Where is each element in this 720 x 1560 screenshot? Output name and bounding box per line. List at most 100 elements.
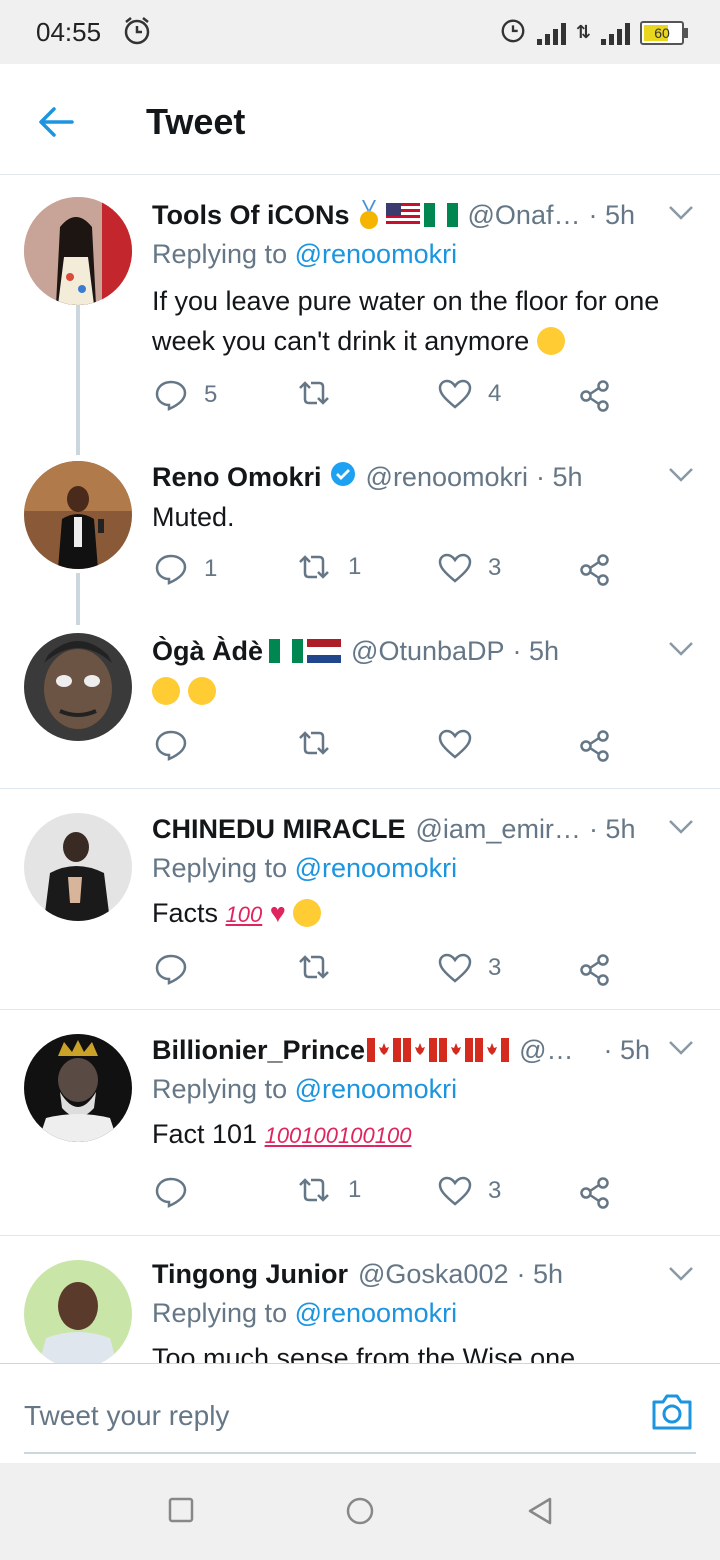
hundred-emoji: 100 <box>225 902 263 927</box>
tweet-item[interactable]: Tools Of iCONs @Onaf… · 5h Replying to @… <box>0 175 720 437</box>
share-icon <box>580 954 609 986</box>
us-flag-icon <box>385 203 420 227</box>
canada-flag-icon <box>403 1038 438 1062</box>
home-button[interactable] <box>346 1497 374 1530</box>
recents-button[interactable] <box>168 1497 194 1528</box>
tweet-text-content: Fact 101 <box>152 1119 258 1149</box>
reply-composer[interactable]: Tweet your reply <box>0 1363 720 1464</box>
display-name[interactable]: Billionier_Prince <box>152 1035 365 1066</box>
like-button[interactable]: 3 <box>438 1176 501 1206</box>
display-name[interactable]: Tingong Junior <box>152 1259 348 1290</box>
reply-button[interactable] <box>154 1176 204 1208</box>
data-arrows-icon: ⇅ <box>575 22 591 42</box>
share-button[interactable] <box>578 729 612 763</box>
tweet-item[interactable]: Tingong Junior @Goska002 · 5h Replying t… <box>0 1236 720 1363</box>
chevron-down-icon[interactable] <box>668 1266 694 1287</box>
avatar[interactable] <box>24 461 132 569</box>
tweet-item[interactable]: Billionier_Prince @… · 5h Replying to @r… <box>0 1010 720 1236</box>
retweet-icon <box>299 955 329 979</box>
avatar[interactable] <box>24 633 132 741</box>
page-title: Tweet <box>146 101 246 142</box>
tweet-text-content: If you leave pure water on the floor for… <box>152 286 660 356</box>
retweet-button[interactable]: 1 <box>296 553 361 581</box>
mention-link[interactable]: @renoomokri <box>295 853 457 883</box>
tweet-text: Too much sense from the Wise one <box>152 1343 576 1363</box>
reply-button[interactable] <box>154 729 204 761</box>
share-button[interactable] <box>578 553 612 587</box>
like-count: 3 <box>488 554 502 581</box>
tweet-item[interactable]: Ògà Àdè @OtunbaDP · 5h <box>0 611 720 789</box>
mention-link[interactable]: @renoomokri <box>295 1074 457 1104</box>
reply-button[interactable]: 5 <box>154 379 217 411</box>
tweet-actions: 1 1 3 <box>152 553 652 593</box>
avatar[interactable] <box>24 1260 132 1363</box>
tweet-header: CHINEDU MIRACLE @iam_emir… · 5h <box>152 811 700 847</box>
status-bar: 04:55 ⇅ 60 <box>0 0 720 64</box>
tweet-time: · 5h <box>603 1034 651 1065</box>
mention-link[interactable]: @renoomokri <box>295 239 457 269</box>
app-bar: Tweet <box>0 64 720 175</box>
display-name[interactable]: Tools Of iCONs <box>152 200 350 231</box>
verified-badge-icon <box>330 461 356 494</box>
retweet-icon <box>299 731 329 755</box>
red-heart-emoji: ♥ <box>269 898 286 928</box>
chevron-down-icon[interactable] <box>668 1040 694 1061</box>
like-button[interactable]: 3 <box>438 553 501 583</box>
avatar[interactable] <box>24 197 132 305</box>
status-time: 04:55 <box>36 17 102 47</box>
replying-prefix: Replying to <box>152 239 288 269</box>
tweet-actions: 5 4 <box>152 379 652 419</box>
tweet-actions <box>152 729 652 769</box>
retweet-button[interactable]: 1 <box>296 1176 361 1204</box>
tweet-text: If you leave pure water on the floor for… <box>152 281 680 361</box>
reply-input[interactable]: Tweet your reply <box>24 1400 229 1432</box>
hundred-emoji: 100 <box>301 1123 339 1148</box>
back-arrow-icon[interactable] <box>36 104 76 145</box>
user-handle: @… <box>519 1034 574 1065</box>
chevron-down-icon[interactable] <box>668 205 694 226</box>
chevron-down-icon[interactable] <box>668 641 694 662</box>
tweet-text: Muted. <box>152 502 235 532</box>
signal-icon <box>536 21 566 45</box>
alarm-status-icon <box>499 16 527 49</box>
like-button[interactable]: 3 <box>438 953 501 983</box>
input-underline <box>24 1452 696 1454</box>
display-name[interactable]: Ògà Àdè <box>152 636 263 667</box>
user-handle: @Goska002 <box>357 1258 509 1289</box>
tweet-item[interactable]: Reno Omokri @renoomokri · 5h Muted. 1 1 … <box>0 437 720 611</box>
chevron-down-icon[interactable] <box>668 467 694 488</box>
chevron-down-icon[interactable] <box>668 819 694 840</box>
like-button[interactable]: 4 <box>438 379 501 409</box>
avatar[interactable] <box>24 813 132 921</box>
reply-icon <box>155 380 187 411</box>
reply-button[interactable] <box>154 953 204 985</box>
heart-icon <box>438 1176 472 1206</box>
share-button[interactable] <box>578 1176 612 1210</box>
camera-icon[interactable] <box>650 1390 694 1437</box>
name-emojis <box>269 639 342 663</box>
retweet-button[interactable] <box>296 379 348 407</box>
mention-link[interactable]: @renoomokri <box>295 1298 457 1328</box>
hundred-emoji: 100 <box>264 1123 302 1148</box>
retweet-count: 1 <box>348 553 362 580</box>
replying-to: Replying to @renoomokri <box>152 1298 457 1329</box>
share-icon <box>580 554 609 586</box>
reply-button[interactable]: 1 <box>154 553 217 585</box>
avatar[interactable] <box>24 1034 132 1142</box>
replying-prefix: Replying to <box>152 1074 288 1104</box>
share-button[interactable] <box>578 379 612 413</box>
tweet-actions: 3 <box>152 953 652 993</box>
like-count: 3 <box>488 954 502 981</box>
laughing-tears-emoji <box>152 677 180 705</box>
tweet-item[interactable]: CHINEDU MIRACLE @iam_emir… · 5h Replying… <box>0 789 720 1010</box>
retweet-button[interactable] <box>296 953 348 981</box>
display-name[interactable]: CHINEDU MIRACLE <box>152 814 406 845</box>
heart-icon <box>438 553 472 583</box>
share-button[interactable] <box>578 953 612 987</box>
heart-icon <box>438 953 472 983</box>
like-button[interactable] <box>438 729 488 759</box>
display-name[interactable]: Reno Omokri <box>152 462 322 493</box>
retweet-button[interactable] <box>296 729 348 757</box>
user-handle: @iam_emir… <box>415 813 581 844</box>
back-button[interactable] <box>526 1497 554 1530</box>
